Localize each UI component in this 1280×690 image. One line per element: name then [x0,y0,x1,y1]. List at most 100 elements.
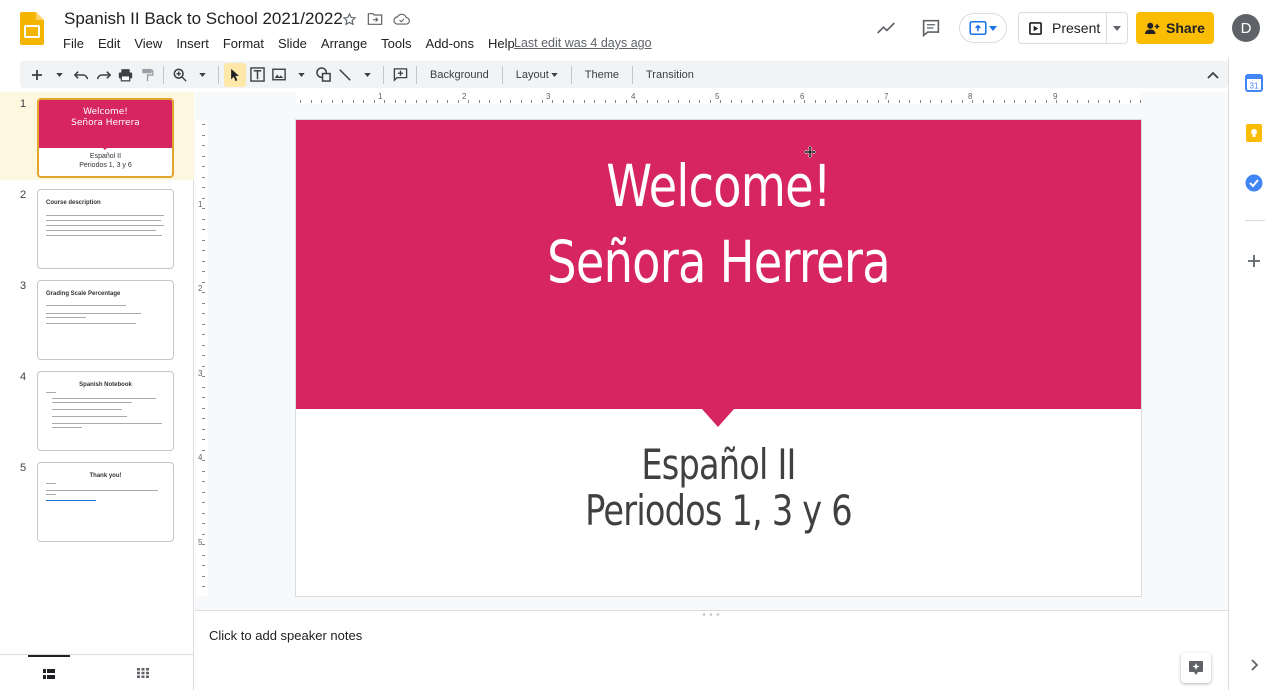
present-options-dropdown[interactable] [1107,13,1127,43]
ruler-tick [202,502,205,503]
ruler-tick [541,100,543,103]
chevron-down-icon [297,72,305,77]
slides-logo[interactable] [20,12,44,45]
insert-image-button[interactable] [268,63,290,87]
ruler-tick [720,100,721,103]
ruler-tick [793,100,795,103]
last-edit-link[interactable]: Last edit was 4 days ago [514,36,652,50]
horizontal-ruler[interactable]: 1 2 3 4 5 6 7 8 9 [296,92,1141,104]
ruler-tick [202,449,205,451]
avatar[interactable]: D [1232,14,1260,42]
ruler-tick [751,100,753,103]
slide-subtitle[interactable]: Español II Periodos 1, 3 y 6 [381,442,1057,534]
comments-icon[interactable] [915,12,947,44]
chevron-down-icon [363,72,371,77]
present-to-meeting-button[interactable] [959,13,1007,43]
toolbar-divider [570,65,572,84]
slide[interactable]: Welcome! Señora Herrera Español II Perio… [296,120,1141,596]
zoom-button[interactable] [169,63,191,87]
slide-thumbnail-1[interactable]: 1 Welcome! Señora Herrera Español II Per… [0,92,194,180]
slide-title[interactable]: Welcome! Señora Herrera [381,148,1057,300]
ruler-tick [709,100,711,103]
share-button[interactable]: Share [1136,12,1214,44]
shape-icon [315,67,331,82]
ruler-tick [202,218,205,220]
ruler-label: 5 [715,92,720,101]
ruler-tick [202,470,205,472]
paint-format-button[interactable] [136,63,158,87]
ruler-tick [489,100,490,103]
speaker-notes[interactable]: Click to add speaker notes [195,618,1228,690]
filmstrip-view-button[interactable] [28,655,70,690]
background-button[interactable]: Background [422,69,497,81]
menu-addons[interactable]: Add-ons [419,34,481,53]
grid-view-button[interactable] [122,655,164,690]
menu-tools[interactable]: Tools [374,34,418,53]
share-label: Share [1166,20,1205,36]
zoom-dropdown[interactable] [191,63,213,87]
keep-icon[interactable] [1243,122,1265,144]
ruler-tick [202,155,205,157]
ruler-label: 1 [378,92,383,101]
transition-button[interactable]: Transition [638,69,702,81]
star-icon[interactable] [340,10,358,28]
ruler-tick [202,565,205,566]
collapse-toolbar-button[interactable] [1202,63,1224,87]
slide-number: 4 [20,371,27,383]
ruler-tick [552,100,553,103]
present-button[interactable]: Present [1019,13,1107,43]
slide-thumbnail-3[interactable]: 3 Grading Scale Percentage [0,274,194,362]
insert-image-dropdown[interactable] [290,63,312,87]
activity-dashboard-icon[interactable] [870,12,902,44]
ruler-tick [202,271,205,272]
zoom-icon [173,68,187,82]
menu-insert[interactable]: Insert [169,34,216,53]
move-folder-icon[interactable] [366,10,384,28]
cloud-saved-icon[interactable] [392,10,410,28]
slide-thumbnail-4[interactable]: 4 Spanish Notebook [0,365,194,453]
speaker-notes-placeholder[interactable]: Click to add speaker notes [209,628,362,643]
notes-resize-handle[interactable] [195,610,1228,618]
get-addons-icon[interactable] [1243,250,1265,272]
text-box-button[interactable] [246,63,268,87]
theme-button[interactable]: Theme [577,69,627,81]
slide-thumbnail-2[interactable]: 2 Course description [0,183,194,271]
menu-file[interactable]: File [56,34,91,53]
calendar-icon[interactable]: 31 [1243,72,1265,94]
ruler-tick [202,323,205,325]
menu-slide[interactable]: Slide [271,34,314,53]
print-button[interactable] [114,63,136,87]
redo-button[interactable] [92,63,114,87]
ruler-tick [394,100,396,103]
ruler-tick [202,365,205,367]
ruler-tick [202,197,205,199]
shape-button[interactable] [312,63,334,87]
vertical-ruler[interactable]: 1 2 3 4 5 [196,120,208,596]
undo-button[interactable] [70,63,92,87]
ruler-tick [202,386,205,388]
ruler-tick [625,100,627,103]
line-button[interactable] [334,63,356,87]
ruler-tick [972,100,973,103]
select-tool-button[interactable] [224,62,246,87]
tasks-icon[interactable] [1243,172,1265,194]
expand-side-panel-icon[interactable] [1243,654,1265,676]
menu-edit[interactable]: Edit [91,34,127,53]
toolbar: Background Layout Theme Transition [20,61,1228,88]
cursor-arrow-icon [230,68,239,81]
menu-format[interactable]: Format [216,34,271,53]
layout-button[interactable]: Layout [508,69,566,81]
ruler-tick [520,100,522,103]
new-slide-layout-dropdown[interactable] [48,63,70,87]
line-dropdown[interactable] [356,63,378,87]
slide-number: 5 [20,462,27,474]
document-title[interactable]: Spanish II Back to School 2021/2022 [64,9,343,29]
slide-title-line2: Señora Herrera [547,228,890,296]
ruler-tick [1056,100,1057,103]
menu-view[interactable]: View [127,34,169,53]
add-comment-button[interactable] [389,63,411,87]
menu-arrange[interactable]: Arrange [314,34,374,53]
explore-button[interactable] [1181,653,1211,683]
slide-thumbnail-5[interactable]: 5 Thank you! [0,456,194,544]
new-slide-button[interactable] [26,63,48,87]
